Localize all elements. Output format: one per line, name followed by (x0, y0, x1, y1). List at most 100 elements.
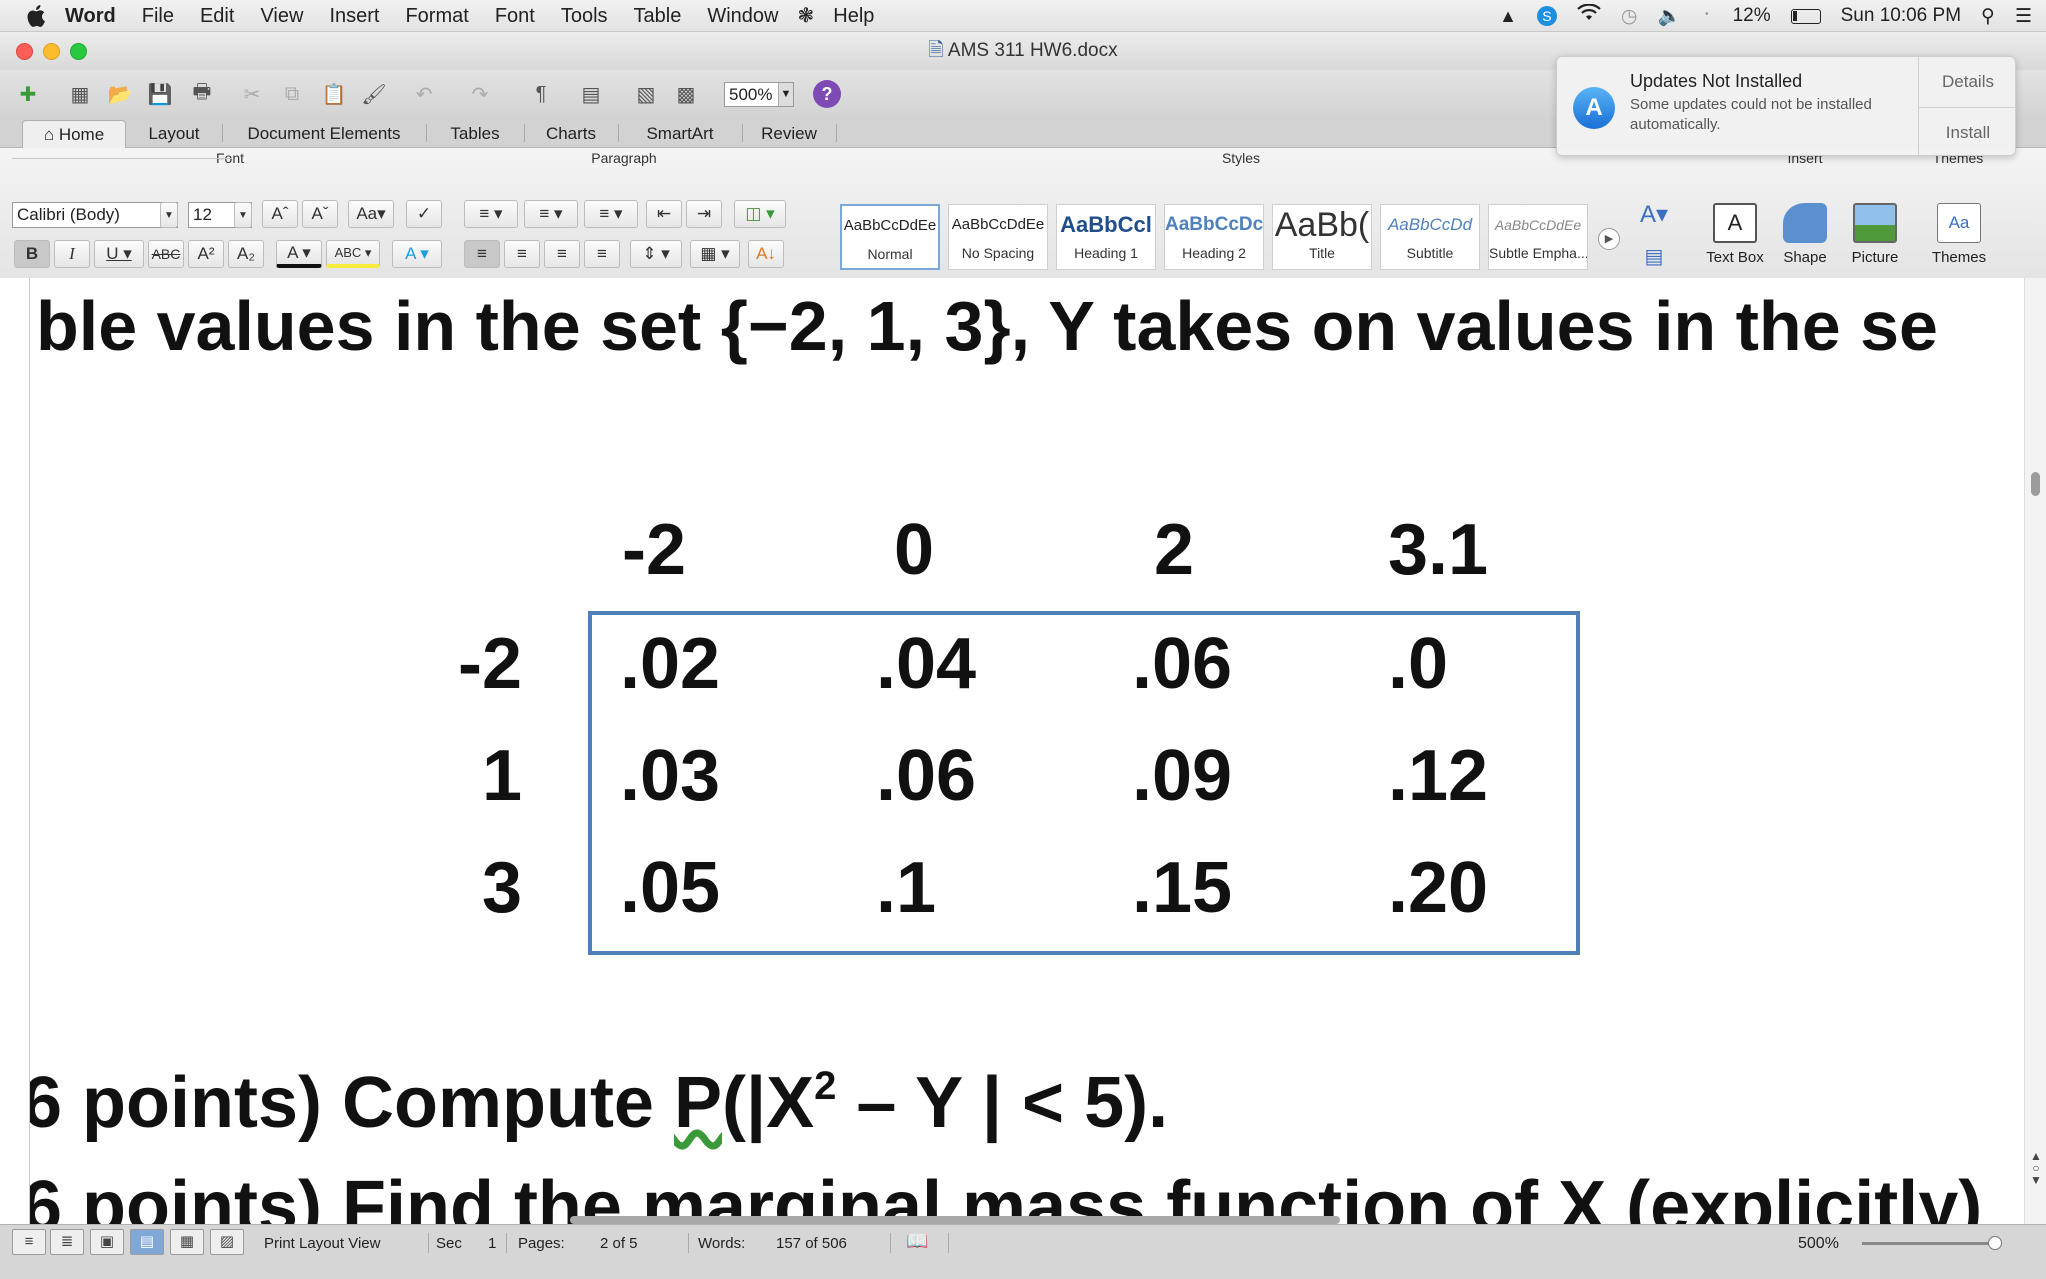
menu-app-word[interactable]: Word (52, 0, 129, 32)
notebook-view-button[interactable]: ▦ (170, 1229, 204, 1255)
increase-indent-button[interactable]: ⇥ (686, 200, 722, 228)
skype-icon[interactable]: S (1536, 6, 1557, 26)
shrink-font-icon[interactable]: Aˇ (302, 200, 338, 228)
line-spacing-button[interactable]: ⇕ ▾ (630, 240, 682, 268)
publishing-layout-view-button[interactable]: ▣ (90, 1229, 124, 1255)
document-page[interactable]: ble values in the set {−2, 1, 3}, Y take… (30, 278, 2024, 1224)
insert-shape-button[interactable]: Shape (1774, 203, 1836, 266)
align-left-button[interactable]: ≡ (464, 240, 500, 268)
format-painter-icon[interactable]: 🖌 (358, 78, 390, 110)
bullets-button[interactable]: ≡ ▾ (464, 200, 518, 228)
cut-icon[interactable]: ✂ (236, 78, 268, 110)
tab-smartart[interactable]: SmartArt (622, 120, 738, 148)
spelling-check-icon[interactable]: 📖 (906, 1231, 928, 1252)
style-title[interactable]: AaBb( Title (1272, 204, 1372, 270)
view-layout-icon[interactable]: ▤ (575, 78, 607, 110)
strikethrough-button[interactable]: ABC (148, 240, 184, 268)
font-name-field[interactable]: Calibri (Body) (12, 202, 178, 228)
menu-window[interactable]: Window (694, 0, 791, 32)
open-icon[interactable]: 📂 (104, 78, 136, 110)
tab-charts[interactable]: Charts (528, 120, 614, 148)
style-subtitle[interactable]: AaBbCcDd Subtitle (1380, 204, 1480, 270)
wifi-icon[interactable] (1577, 3, 1601, 28)
menu-view[interactable]: View (247, 0, 316, 32)
menu-edit[interactable]: Edit (187, 0, 247, 32)
styles-next-icon[interactable]: ▶ (1598, 228, 1620, 250)
script-menu-icon[interactable]: ❃ (792, 0, 821, 32)
show-paragraph-marks-icon[interactable]: ¶ (525, 78, 557, 110)
redo-icon[interactable]: ↷ (464, 78, 496, 110)
page-navigation-icons[interactable]: ▲ ○ ▼ (2028, 1150, 2044, 1186)
sidebar-icon[interactable]: ▧ (630, 78, 662, 110)
notification-details-button[interactable]: Details (1919, 57, 2017, 107)
bold-button[interactable]: B (14, 240, 50, 268)
justify-button[interactable]: ≡ (584, 240, 620, 268)
vertical-ruler[interactable] (0, 278, 30, 1224)
focus-view-button[interactable]: ▨ (210, 1229, 244, 1255)
style-no-spacing[interactable]: AaBbCcDdEe No Spacing (948, 204, 1048, 270)
italic-button[interactable]: I (54, 240, 90, 268)
battery-icon[interactable] (1790, 8, 1821, 24)
time-machine-icon[interactable]: ◷ (1621, 5, 1638, 28)
columns-button[interactable]: ◫ ▾ (734, 200, 786, 228)
draft-view-button[interactable]: ≡ (12, 1229, 46, 1255)
zoom-dropdown-icon[interactable]: ▼ (778, 83, 793, 106)
style-heading-1[interactable]: AaBbCcl Heading 1 (1056, 204, 1156, 270)
media-browser-icon[interactable]: ▩ (670, 78, 702, 110)
clock[interactable]: Sun 10:06 PM (1841, 5, 1961, 27)
volume-icon[interactable]: 🔈 (1658, 4, 1682, 28)
help-icon[interactable]: ? (813, 80, 841, 108)
multilevel-list-button[interactable]: ≡ ▾ (584, 200, 638, 228)
menu-font[interactable]: Font (482, 0, 548, 32)
text-effects-button[interactable]: A ▾ (392, 240, 442, 268)
menu-insert[interactable]: Insert (316, 0, 392, 32)
adobe-icon[interactable]: ▲ (1499, 6, 1517, 27)
notification-install-button[interactable]: Install (1919, 108, 2017, 157)
print-layout-view-button[interactable]: ▤ (130, 1229, 164, 1255)
change-case-icon[interactable]: Aa▾ (348, 200, 394, 228)
update-notification[interactable]: A Updates Not Installed Some updates cou… (1556, 56, 2017, 157)
themes-button[interactable]: Aa Themes (1924, 203, 1994, 266)
tab-review[interactable]: Review (746, 120, 832, 148)
style-heading-2[interactable]: AaBbCcDc Heading 2 (1164, 204, 1264, 270)
font-color-button[interactable]: A ▾ (276, 240, 322, 268)
vertical-scrollbar[interactable]: ▲ ○ ▼ (2024, 278, 2046, 1224)
tab-layout[interactable]: Layout (130, 120, 218, 148)
decrease-indent-button[interactable]: ⇤ (646, 200, 682, 228)
templates-icon[interactable]: ▦ (64, 78, 96, 110)
new-document-icon[interactable]: ✚ (12, 78, 44, 110)
bluetooth-icon[interactable]: ᛫ (1701, 5, 1712, 27)
horizontal-scroll-thumb[interactable] (570, 1216, 1340, 1224)
tab-document-elements[interactable]: Document Elements (226, 120, 422, 148)
font-name-dropdown-icon[interactable]: ▼ (160, 202, 178, 228)
zoom-slider[interactable] (1862, 1242, 2002, 1245)
copy-icon[interactable]: ⧉ (276, 78, 308, 110)
vertical-scroll-thumb[interactable] (2031, 472, 2040, 496)
menu-table[interactable]: Table (621, 0, 695, 32)
insert-picture-button[interactable]: Picture (1842, 203, 1908, 266)
outline-view-button[interactable]: ≣ (50, 1229, 84, 1255)
zoom-slider-knob[interactable] (1988, 1236, 2002, 1250)
menu-format[interactable]: Format (392, 0, 481, 32)
tab-home[interactable]: ⌂ Home (22, 120, 126, 148)
sort-button[interactable]: A↓ (748, 240, 784, 268)
insert-text-box-button[interactable]: A Text Box (1700, 203, 1770, 266)
spotlight-search-icon[interactable]: ⚲ (1981, 5, 1995, 28)
highlight-button[interactable]: ABC ▾ (326, 240, 380, 268)
print-icon[interactable]: 🖶 (186, 78, 218, 110)
manage-styles-icon[interactable]: ▤ (1640, 244, 1668, 270)
paste-icon[interactable]: 📋 (318, 78, 350, 110)
style-subtle-emphasis[interactable]: AaBbCcDdEe Subtle Empha... (1488, 204, 1588, 270)
styles-pane-icon[interactable]: A▾ (1636, 200, 1672, 232)
numbering-button[interactable]: ≡ ▾ (524, 200, 578, 228)
align-right-button[interactable]: ≡ (544, 240, 580, 268)
style-normal[interactable]: AaBbCcDdEe Normal (840, 204, 940, 270)
underline-button[interactable]: U ▾ (94, 240, 144, 268)
align-center-button[interactable]: ≡ (504, 240, 540, 268)
clear-formatting-icon[interactable]: ✓ (406, 200, 442, 228)
font-size-dropdown-icon[interactable]: ▼ (234, 202, 252, 228)
grow-font-icon[interactable]: Aˆ (262, 200, 298, 228)
menu-help[interactable]: Help (820, 0, 887, 32)
subscript-button[interactable]: A₂ (228, 240, 264, 268)
superscript-button[interactable]: A² (188, 240, 224, 268)
